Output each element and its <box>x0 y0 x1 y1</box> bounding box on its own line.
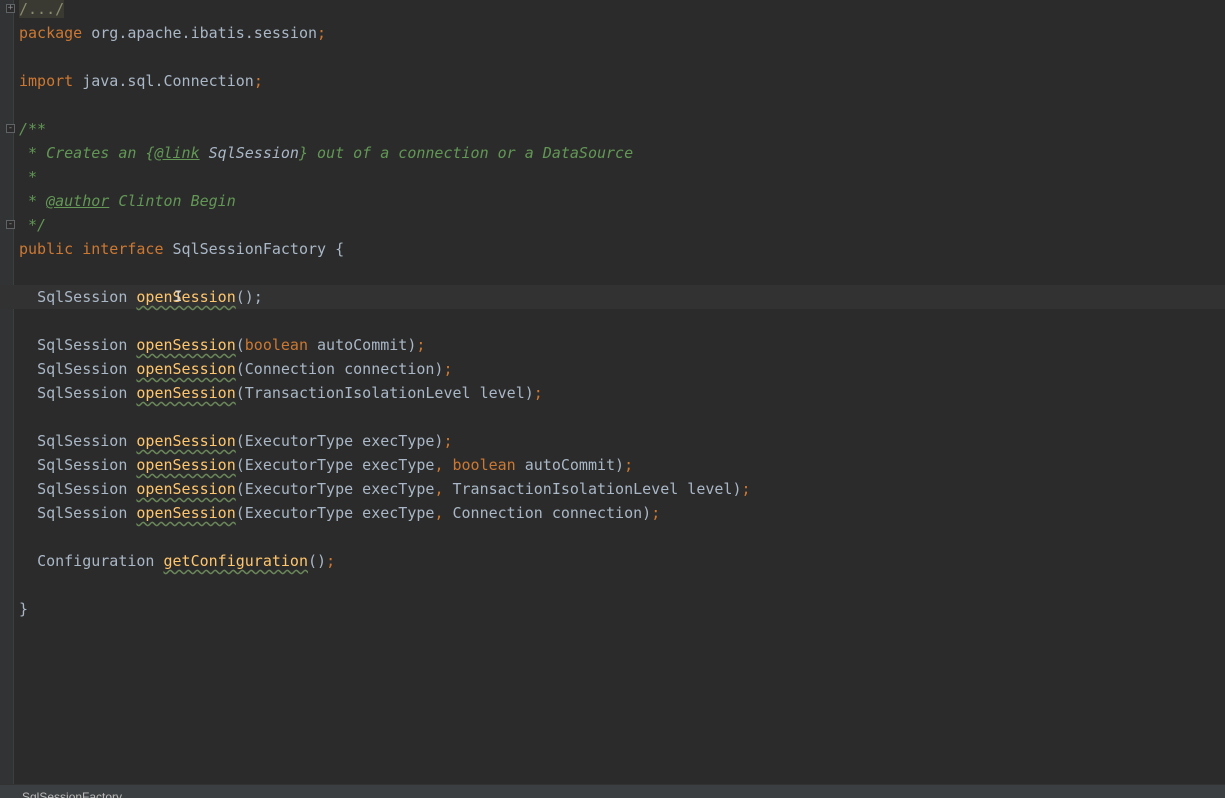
code-line: package org.apache.ibatis.session; <box>19 24 327 42</box>
code-line: SqlSession openSession(TransactionIsolat… <box>19 381 1225 405</box>
return-type[interactable]: SqlSession <box>37 432 127 450</box>
return-type[interactable]: SqlSession <box>37 360 127 378</box>
return-type[interactable]: Configuration <box>37 552 154 570</box>
javadoc-text: * Creates an <box>19 144 146 162</box>
fold-end-icon[interactable]: - <box>6 220 15 229</box>
javadoc-open: /** <box>19 120 47 138</box>
code-line: Configuration getConfiguration(); <box>19 549 1225 573</box>
method-args: (TransactionIsolationLevel level); <box>235 384 543 402</box>
text-cursor-icon: I <box>174 289 183 305</box>
keyword: public <box>19 240 74 258</box>
code-line: /** <box>19 117 1225 141</box>
javadoc-brace: } <box>298 144 308 162</box>
interface-name[interactable]: SqlSessionFactory <box>173 240 327 258</box>
javadoc-text: * <box>19 192 47 210</box>
method-name[interactable]: openSession <box>136 504 235 522</box>
code-line: * <box>19 165 1225 189</box>
import-name: java.sql.Connection <box>82 72 254 90</box>
code-line: SqlSession openSession(ExecutorType exec… <box>19 477 1225 501</box>
code-line: SqlSession openSession(boolean autoCommi… <box>19 333 1225 357</box>
method-args: (ExecutorType execType, boolean autoComm… <box>235 456 634 474</box>
folded-imports[interactable]: /.../ <box>19 0 65 18</box>
editor-gutter: + - - <box>0 0 15 785</box>
method-args: (ExecutorType execType, TransactionIsola… <box>235 480 751 498</box>
method-name[interactable]: openSession <box>136 480 235 498</box>
breadcrumb-item[interactable]: SqlSessionFactory <box>22 788 122 798</box>
keyword: import <box>19 72 74 90</box>
javadoc-text: out of a connection or a DataSource <box>308 144 634 162</box>
brace: { <box>335 240 345 258</box>
code-editor[interactable]: + - - /.../ package org.apache.ibatis.se… <box>0 0 1225 798</box>
code-line: SqlSession openSession(ExecutorType exec… <box>19 429 1225 453</box>
return-type[interactable]: SqlSession <box>37 504 127 522</box>
method-args: (Connection connection); <box>235 360 453 378</box>
return-type[interactable]: SqlSession <box>37 288 127 306</box>
method-args: (ExecutorType execType, Connection conne… <box>235 504 661 522</box>
code-line: import java.sql.Connection; <box>19 72 263 90</box>
package-name: org.apache.ibatis.session <box>91 24 318 42</box>
code-line: */ <box>19 213 1225 237</box>
javadoc-text: * <box>19 168 38 186</box>
return-type[interactable]: SqlSession <box>37 480 127 498</box>
method-name[interactable]: openSession <box>136 456 235 474</box>
code-line: public interface SqlSessionFactory { <box>19 237 1225 261</box>
method-args: (boolean autoCommit); <box>235 336 426 354</box>
code-line: * Creates an {@link SqlSession} out of a… <box>19 141 1225 165</box>
return-type[interactable]: SqlSession <box>37 384 127 402</box>
method-name[interactable]: openSession <box>136 384 235 402</box>
javadoc-close: */ <box>19 216 47 234</box>
brace: } <box>19 600 29 618</box>
code-line: SqlSession openSession(ExecutorType exec… <box>19 501 1225 525</box>
code-line: /.../ <box>19 0 1225 21</box>
javadoc-link-tag[interactable]: @link <box>154 144 199 162</box>
method-name[interactable]: openSession <box>136 288 235 306</box>
fold-collapsed-icon[interactable]: + <box>6 4 15 13</box>
javadoc-author-name: Clinton Begin <box>109 192 236 210</box>
method-args: (); <box>308 552 336 570</box>
javadoc-author-tag: @author <box>46 192 110 210</box>
code-line: SqlSession openSession(ExecutorType exec… <box>19 453 1225 477</box>
return-type[interactable]: SqlSession <box>37 456 127 474</box>
method-name[interactable]: openSession <box>136 336 235 354</box>
code-line: SqlSession openSession(Connection connec… <box>19 357 1225 381</box>
fold-toggle-icon[interactable]: - <box>6 124 15 133</box>
method-name[interactable]: getConfiguration <box>164 552 309 570</box>
breadcrumb-bar: SqlSessionFactory <box>0 784 1225 798</box>
keyword: package <box>19 24 83 42</box>
method-args: (ExecutorType execType); <box>235 432 453 450</box>
code-line: } <box>19 597 1225 621</box>
code-line: * @author Clinton Begin <box>19 189 1225 213</box>
current-code-line[interactable]: SqlSession openSession(); <box>0 285 1225 309</box>
return-type[interactable]: SqlSession <box>37 336 127 354</box>
method-args: (); <box>235 288 263 306</box>
method-name[interactable]: openSession <box>136 432 235 450</box>
keyword: interface <box>82 240 164 258</box>
method-name[interactable]: openSession <box>136 360 235 378</box>
javadoc-link-ref[interactable]: SqlSession <box>200 144 299 162</box>
